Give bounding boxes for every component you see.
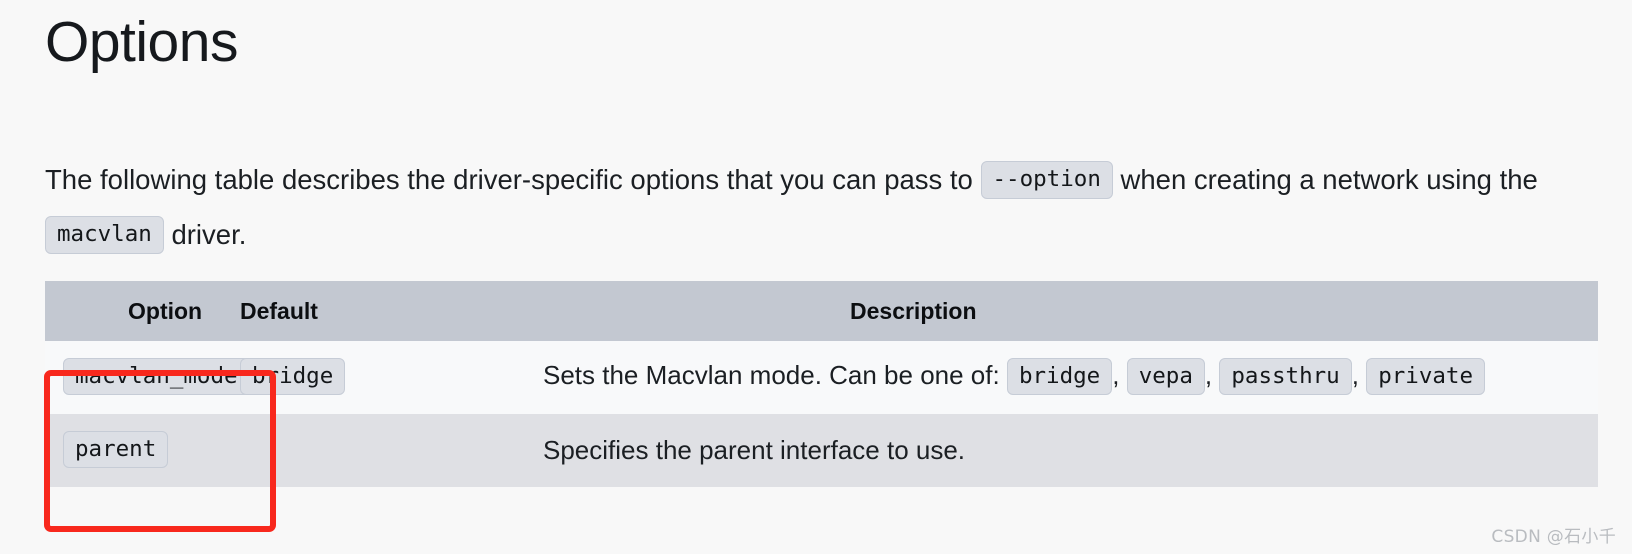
- column-header-description: Description: [375, 281, 1598, 341]
- page-title: Options: [45, 10, 238, 74]
- description-text: Specifies the parent interface to use.: [543, 435, 966, 465]
- intro-text-part-2: when creating a network using the: [1120, 163, 1538, 195]
- description-comma-1: ,: [1112, 360, 1120, 391]
- watermark-text: CSDN @石小千: [1491, 527, 1616, 547]
- cell-description: Sets the Macvlan mode. Can be one of: br…: [375, 341, 1598, 414]
- description-comma-2: ,: [1204, 360, 1213, 391]
- intro-text-part-3: driver.: [171, 218, 247, 250]
- table-row: parent Specifies the parent interface to…: [45, 414, 1598, 487]
- cell-description: Specifies the parent interface to use.: [375, 414, 1598, 487]
- description-text: Sets the Macvlan mode. Can be one of: br…: [543, 357, 1486, 396]
- code-chip-option-flag: --option: [980, 161, 1113, 199]
- intro-text-part-1: The following table describes the driver…: [45, 163, 973, 195]
- code-chip-parent: parent: [63, 430, 169, 469]
- description-comma-3: ,: [1351, 360, 1359, 391]
- cell-option: macvlan_mode: [45, 341, 250, 414]
- table-row: macvlan_mode bridge Sets the Macvlan mod…: [45, 341, 1598, 414]
- documentation-page: Options The following table describes th…: [0, 0, 1632, 554]
- cell-option: parent: [45, 414, 240, 487]
- code-chip-mode-private: private: [1366, 357, 1486, 396]
- cell-default: [240, 414, 375, 487]
- code-chip-macvlan-driver: macvlan: [45, 216, 164, 254]
- column-header-option: Option: [45, 281, 240, 341]
- cell-default: bridge: [240, 341, 375, 414]
- intro-paragraph: The following table describes the driver…: [45, 152, 1545, 262]
- code-chip-macvlan-mode: macvlan_mode: [63, 357, 250, 396]
- options-table: Option Default Description macvlan_mode …: [45, 281, 1598, 487]
- table-header: Option Default Description: [45, 281, 1598, 341]
- code-chip-mode-bridge: bridge: [1006, 357, 1113, 396]
- code-chip-mode-passthru: passthru: [1219, 357, 1352, 396]
- code-chip-default-bridge: bridge: [240, 357, 346, 396]
- table-header-row: Option Default Description: [45, 281, 1598, 341]
- table-body: macvlan_mode bridge Sets the Macvlan mod…: [45, 341, 1598, 487]
- code-chip-mode-vepa: vepa: [1126, 357, 1205, 396]
- description-prefix: Sets the Macvlan mode. Can be one of:: [543, 360, 1000, 391]
- column-header-default: Default: [240, 281, 375, 341]
